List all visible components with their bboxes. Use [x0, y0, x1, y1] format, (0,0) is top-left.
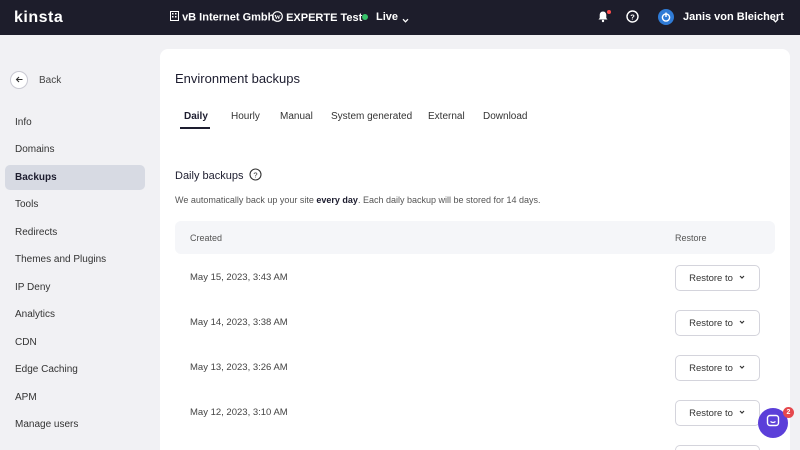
sidebar-item-info[interactable]: Info	[5, 110, 145, 135]
sidebar-item-themes-plugins[interactable]: Themes and Plugins	[5, 247, 145, 272]
sidebar-item-domains[interactable]: Domains	[5, 137, 145, 162]
backups-card: Environment backups Daily Hourly Manual …	[160, 49, 790, 450]
user-name[interactable]: Janis von Bleichert	[683, 11, 784, 23]
backup-date: May 15, 2023, 3:43 AM	[190, 272, 288, 283]
active-tab-indicator	[180, 127, 210, 129]
sidebar-item-backups[interactable]: Backups	[5, 165, 145, 190]
arrow-left-icon	[15, 71, 24, 89]
help-icon[interactable]: ?	[249, 168, 262, 186]
chevron-down-icon	[738, 273, 746, 284]
chat-icon	[766, 414, 780, 433]
restore-to-button[interactable]	[675, 445, 760, 450]
sidebar-item-redirects[interactable]: Redirects	[5, 220, 145, 245]
column-restore: Restore	[675, 233, 707, 243]
restore-to-button[interactable]: Restore to	[675, 400, 760, 426]
chevron-down-icon	[738, 408, 746, 419]
svg-text:W: W	[274, 14, 281, 21]
site-name: EXPERTE Test	[286, 11, 363, 24]
tab-daily[interactable]: Daily	[184, 111, 208, 122]
section-title: Daily backups	[175, 170, 244, 182]
sidebar-item-cdn[interactable]: CDN	[5, 330, 145, 355]
tab-hourly[interactable]: Hourly	[231, 111, 260, 122]
tab-system-generated[interactable]: System generated	[331, 111, 412, 122]
sidebar-item-ip-deny[interactable]: IP Deny	[5, 275, 145, 300]
sidebar-item-apm[interactable]: APM	[5, 385, 145, 410]
column-created: Created	[190, 233, 223, 243]
backup-date: May 12, 2023, 3:10 AM	[190, 407, 288, 418]
chevron-down-icon[interactable]	[771, 12, 780, 30]
site-switcher[interactable]: W EXPERTE Test	[272, 11, 362, 25]
page-title: Environment backups	[175, 71, 301, 86]
chevron-down-icon	[738, 318, 746, 329]
svg-text:?: ?	[253, 170, 257, 179]
help-icon[interactable]: ?	[626, 10, 639, 28]
kinsta-logo[interactable]: kinsta	[14, 9, 63, 27]
restore-to-button[interactable]: Restore to	[675, 355, 760, 381]
live-status-dot	[362, 14, 368, 20]
chat-unread-badge: 2	[783, 407, 794, 418]
environment-label[interactable]: Live	[376, 11, 398, 23]
sidebar-item-manage-users[interactable]: Manage users	[5, 412, 145, 437]
company-name: vB Internet Gmbh	[182, 11, 275, 24]
backup-date: May 14, 2023, 3:38 AM	[190, 317, 288, 328]
svg-text:?: ?	[630, 12, 635, 21]
section-description: We automatically back up your site every…	[175, 195, 541, 205]
chevron-down-icon	[738, 363, 746, 374]
building-icon	[170, 11, 179, 24]
tab-external[interactable]: External	[428, 111, 465, 122]
top-bar: kinsta vB Internet Gmbh W EXPERTE Test L…	[0, 0, 800, 35]
company-switcher[interactable]: vB Internet Gmbh	[170, 11, 274, 24]
restore-to-button[interactable]: Restore to	[675, 310, 760, 336]
tab-manual[interactable]: Manual	[280, 111, 313, 122]
chevron-down-icon[interactable]	[401, 12, 410, 30]
sidebar: Back Info Domains Backups Tools Redirect…	[0, 35, 152, 450]
back-label[interactable]: Back	[39, 75, 61, 86]
avatar[interactable]	[658, 9, 674, 25]
sidebar-item-tools[interactable]: Tools	[5, 192, 145, 217]
table-header: Created Restore	[175, 221, 775, 254]
restore-to-button[interactable]: Restore to	[675, 265, 760, 291]
wordpress-icon: W	[272, 11, 283, 25]
backup-date: May 13, 2023, 3:26 AM	[190, 362, 288, 373]
back-button[interactable]	[10, 71, 28, 89]
sidebar-item-analytics[interactable]: Analytics	[5, 302, 145, 327]
sidebar-item-edge-caching[interactable]: Edge Caching	[5, 357, 145, 382]
notification-dot	[607, 10, 611, 14]
tab-download[interactable]: Download	[483, 111, 527, 122]
